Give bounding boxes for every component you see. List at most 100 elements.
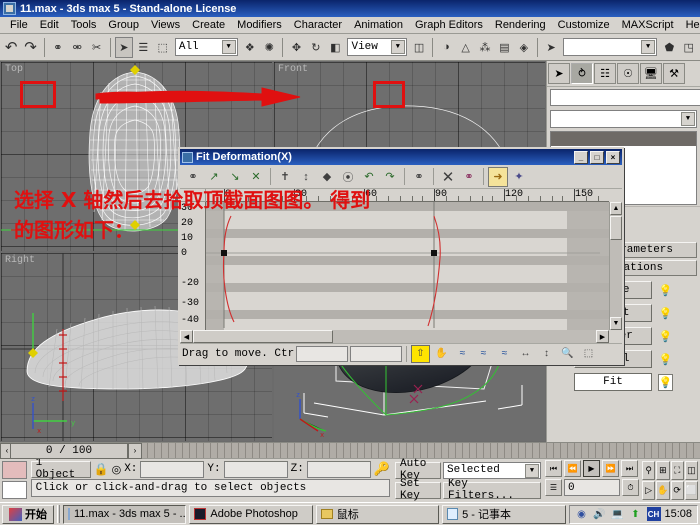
lock-icon[interactable]: 🔒 — [94, 462, 109, 476]
next-frame-button[interactable]: ⏩ — [602, 460, 619, 477]
chevron-down-icon[interactable]: ▼ — [681, 112, 695, 126]
update-icon[interactable]: ⬆ — [629, 507, 643, 521]
display-x-axis-icon[interactable]: ↗ — [204, 167, 224, 187]
chevron-down-icon[interactable]: ▼ — [390, 40, 405, 54]
current-frame-field[interactable]: 0 — [564, 479, 620, 496]
named-selection-sets-combo[interactable]: ▼ — [563, 38, 658, 56]
pan-icon[interactable]: ✋ — [432, 344, 451, 363]
select-by-name-icon[interactable]: ☰ — [134, 36, 153, 58]
zoom-icon[interactable]: 🔍 — [558, 344, 577, 363]
absolute-relative-icon[interactable]: ◎ — [112, 463, 122, 476]
key-icon[interactable]: 🔑 — [374, 461, 390, 477]
menu-group[interactable]: Group — [102, 18, 145, 32]
move-control-point-icon[interactable]: ✝ — [275, 167, 295, 187]
menu-help[interactable]: Help — [680, 18, 700, 32]
zoom-all-button[interactable]: ⊞ — [656, 461, 670, 480]
h-scroll-track[interactable] — [193, 330, 596, 343]
auto-key-button[interactable]: Auto Key — [395, 458, 441, 482]
fit-toggle-icon[interactable]: 💡 — [658, 373, 673, 391]
dialog-title-bar[interactable]: Fit Deformation(X) _ □ × — [180, 149, 622, 165]
scroll-up-button[interactable]: ▲ — [610, 202, 622, 215]
horizontal-scrollbar[interactable]: ◀ ▶ — [180, 330, 622, 343]
deformation-curve-plot[interactable] — [206, 202, 609, 330]
zoom-extents-button[interactable]: ⛶ — [670, 461, 684, 480]
scale-control-point-icon[interactable]: ↕ — [296, 167, 316, 187]
menu-modifiers[interactable]: Modifiers — [231, 18, 288, 32]
volume-icon[interactable]: 🔊 — [593, 507, 607, 521]
display-y-axis-icon[interactable]: ↘ — [225, 167, 245, 187]
key-mode-combo[interactable]: Selected ▼ — [443, 461, 541, 479]
zoom-value-extents-icon[interactable]: ≈ — [495, 344, 514, 363]
previous-frame-button[interactable]: ⏪ — [564, 460, 581, 477]
start-button[interactable]: 开始 — [2, 504, 54, 524]
select-move-icon[interactable]: ✥ — [287, 36, 306, 58]
insert-bezier-point-icon[interactable]: ⦿ — [338, 167, 358, 187]
scale-toggle-icon[interactable]: 💡 — [658, 282, 673, 299]
zoom-extents-all-button[interactable]: ◫ — [684, 461, 698, 480]
y-coordinate-field[interactable] — [223, 460, 288, 478]
bevel-toggle-icon[interactable]: 💡 — [658, 351, 673, 368]
time-slider-bar[interactable]: ‹ 0 / 100 › — [0, 442, 700, 459]
mirror-curve-icon[interactable]: ⚭ — [459, 167, 479, 187]
fit-deformation-dialog[interactable]: Fit Deformation(X) _ □ × ⚭ ↗ ↘ ✕ ✝ ↕ ◆ ⦿… — [178, 147, 624, 365]
select-rotate-icon[interactable]: ↻ — [306, 36, 326, 58]
menu-edit[interactable]: Edit — [34, 18, 65, 32]
scroll-left-button[interactable]: ◀ — [180, 330, 193, 343]
zoom-viewport-button[interactable]: ⚲ — [642, 461, 656, 480]
undo-button[interactable]: ↶ — [2, 36, 21, 58]
scroll-right-button[interactable]: ▶ — [596, 330, 609, 343]
key-mode-toggle-button[interactable]: ☰ — [545, 479, 562, 496]
taskbar-item-folder[interactable]: 鼠标 — [315, 504, 440, 524]
menu-animation[interactable]: Animation — [348, 18, 409, 32]
display-icon[interactable]: ◉ — [575, 507, 589, 521]
horizontal-ruler[interactable]: 0 30 60 90 120 150 — [206, 189, 609, 202]
select-scale-icon[interactable]: ◧ — [326, 36, 345, 58]
minimize-button[interactable]: _ — [574, 150, 588, 164]
rotate-ccw-icon[interactable]: ↶ — [359, 167, 379, 187]
reference-coordinate-combo[interactable]: View ▼ — [347, 38, 407, 56]
scroll-down-button[interactable]: ▼ — [610, 317, 622, 330]
stack-item-selected[interactable] — [551, 132, 696, 146]
chevron-down-icon[interactable]: ▼ — [641, 40, 656, 54]
taskbar-item-notepad[interactable]: 5 - 记事本 — [442, 504, 566, 524]
select-object-icon[interactable]: ➤ — [114, 36, 134, 58]
menu-customize[interactable]: Customize — [552, 18, 616, 32]
curve-editor-icon[interactable]: ◈ — [514, 36, 534, 58]
redo-button[interactable]: ↷ — [21, 36, 40, 58]
dialog-y-field[interactable] — [350, 345, 402, 362]
zoom-region-icon[interactable]: ⬚ — [579, 344, 598, 363]
window-crossing-icon[interactable]: ❖ — [240, 36, 260, 58]
taskbar-item-max[interactable]: 11.max - 3ds max 5 - ... — [63, 504, 187, 524]
tab-motion[interactable]: ☉ — [617, 63, 639, 84]
align-icon[interactable]: △ — [456, 36, 475, 58]
object-name-field[interactable] — [550, 89, 700, 106]
goto-start-button[interactable]: ⏮ — [545, 460, 562, 477]
tab-utilities[interactable]: ⚒ — [663, 63, 685, 84]
zoom-vertically-icon[interactable]: ↕ — [537, 344, 556, 363]
goto-end-button[interactable]: ⏭ — [621, 460, 638, 477]
time-configuration-button[interactable]: ⏱ — [622, 479, 639, 496]
arc-rotate-button[interactable]: ⟳ — [670, 481, 684, 500]
menu-maxscript[interactable]: MAXScript — [616, 18, 680, 32]
ime-icon[interactable]: CH — [646, 507, 661, 521]
insert-corner-point-icon[interactable]: ◆ — [317, 167, 337, 187]
menu-file[interactable]: File — [4, 18, 34, 32]
unlink-icon[interactable]: ⚮ — [68, 36, 87, 58]
mirror-icon[interactable]: ◑ — [437, 36, 456, 58]
menu-views[interactable]: Views — [145, 18, 186, 32]
time-slider-handle[interactable]: 0 / 100 — [10, 443, 128, 459]
menu-character[interactable]: Character — [288, 18, 348, 32]
tab-modify[interactable]: ⥁ — [571, 63, 593, 84]
material-editor-icon[interactable]: ◳ — [679, 36, 698, 58]
scroll-thumb[interactable] — [610, 216, 622, 240]
status-color-swatch-2[interactable] — [2, 481, 27, 499]
display-xy-axes-icon[interactable]: ✕ — [246, 167, 266, 187]
pan-button[interactable]: ✋ — [656, 481, 670, 500]
tab-hierarchy[interactable]: ☷ — [594, 63, 616, 84]
use-center-icon[interactable]: ◫ — [409, 36, 429, 58]
select-region-icon[interactable]: ✺ — [260, 36, 279, 58]
rectangular-selection-icon[interactable]: ⬚ — [153, 36, 172, 58]
chevron-down-icon[interactable]: ▼ — [525, 463, 539, 478]
zoom-horizontally-icon[interactable]: ↔ — [516, 344, 535, 363]
modifier-list-combo[interactable]: ▼ — [550, 110, 697, 128]
